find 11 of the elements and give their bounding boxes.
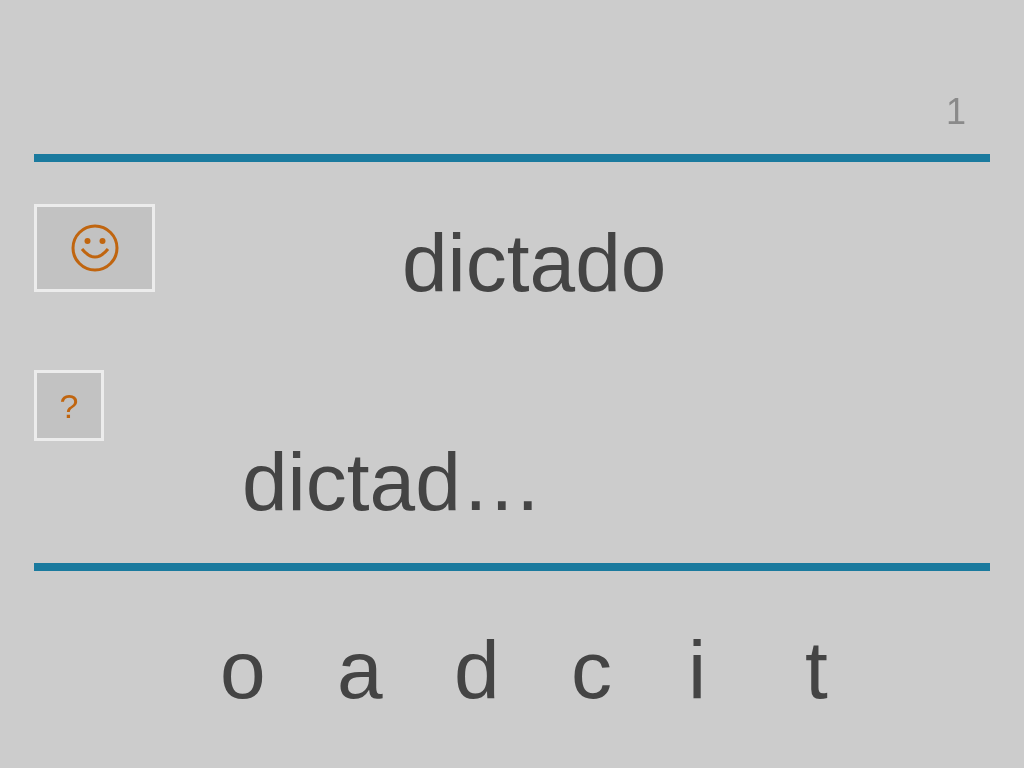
smiley-icon [69,223,120,273]
answer-text: dictad… [242,441,544,523]
letter-tile[interactable]: t [805,629,922,711]
letter-tile[interactable]: i [688,629,805,711]
letter-tile[interactable]: d [454,629,571,711]
letter-tile[interactable]: c [571,629,688,711]
letter-tile[interactable]: o [220,629,337,711]
hint-button[interactable] [34,204,155,292]
letter-tile[interactable]: a [337,629,454,711]
word: dictado [402,222,667,304]
page-number: 1 [945,94,966,130]
